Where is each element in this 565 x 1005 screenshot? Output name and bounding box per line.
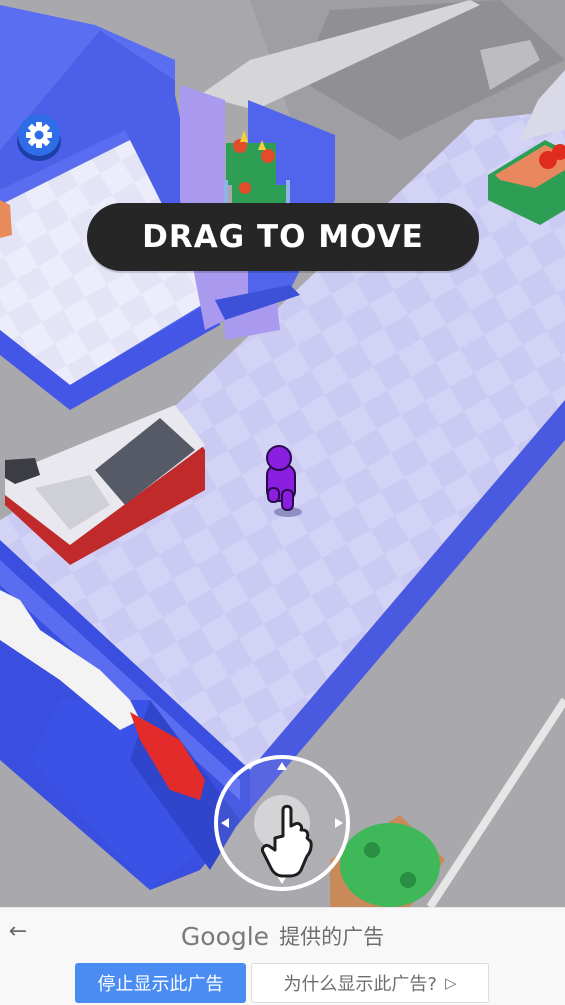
bush-leaf: [364, 842, 380, 858]
bush: [340, 823, 440, 907]
gear-icon: [17, 114, 61, 161]
bush-leaf: [400, 872, 416, 888]
tomato: [261, 149, 275, 163]
ad-header: Google 提供的广告: [0, 918, 565, 954]
why-this-ad-button[interactable]: 为什么显示此广告? ▷: [251, 963, 489, 1003]
ad-bar: ← Google 提供的广告 停止显示此广告 为什么显示此广告? ▷: [0, 907, 565, 1005]
ad-provided-label: 提供的广告: [279, 925, 385, 949]
stop-showing-ad-button[interactable]: 停止显示此广告: [75, 963, 246, 1003]
tomato: [239, 182, 251, 194]
why-this-ad-label: 为什么显示此广告?: [283, 974, 437, 995]
ad-choices-icon: ▷: [445, 974, 457, 992]
google-logo: Google: [180, 921, 270, 951]
joystick[interactable]: [211, 752, 353, 894]
tutorial-banner: DRAG TO MOVE: [87, 203, 479, 271]
settings-button[interactable]: [16, 111, 62, 163]
joystick-graphic: [214, 755, 350, 891]
